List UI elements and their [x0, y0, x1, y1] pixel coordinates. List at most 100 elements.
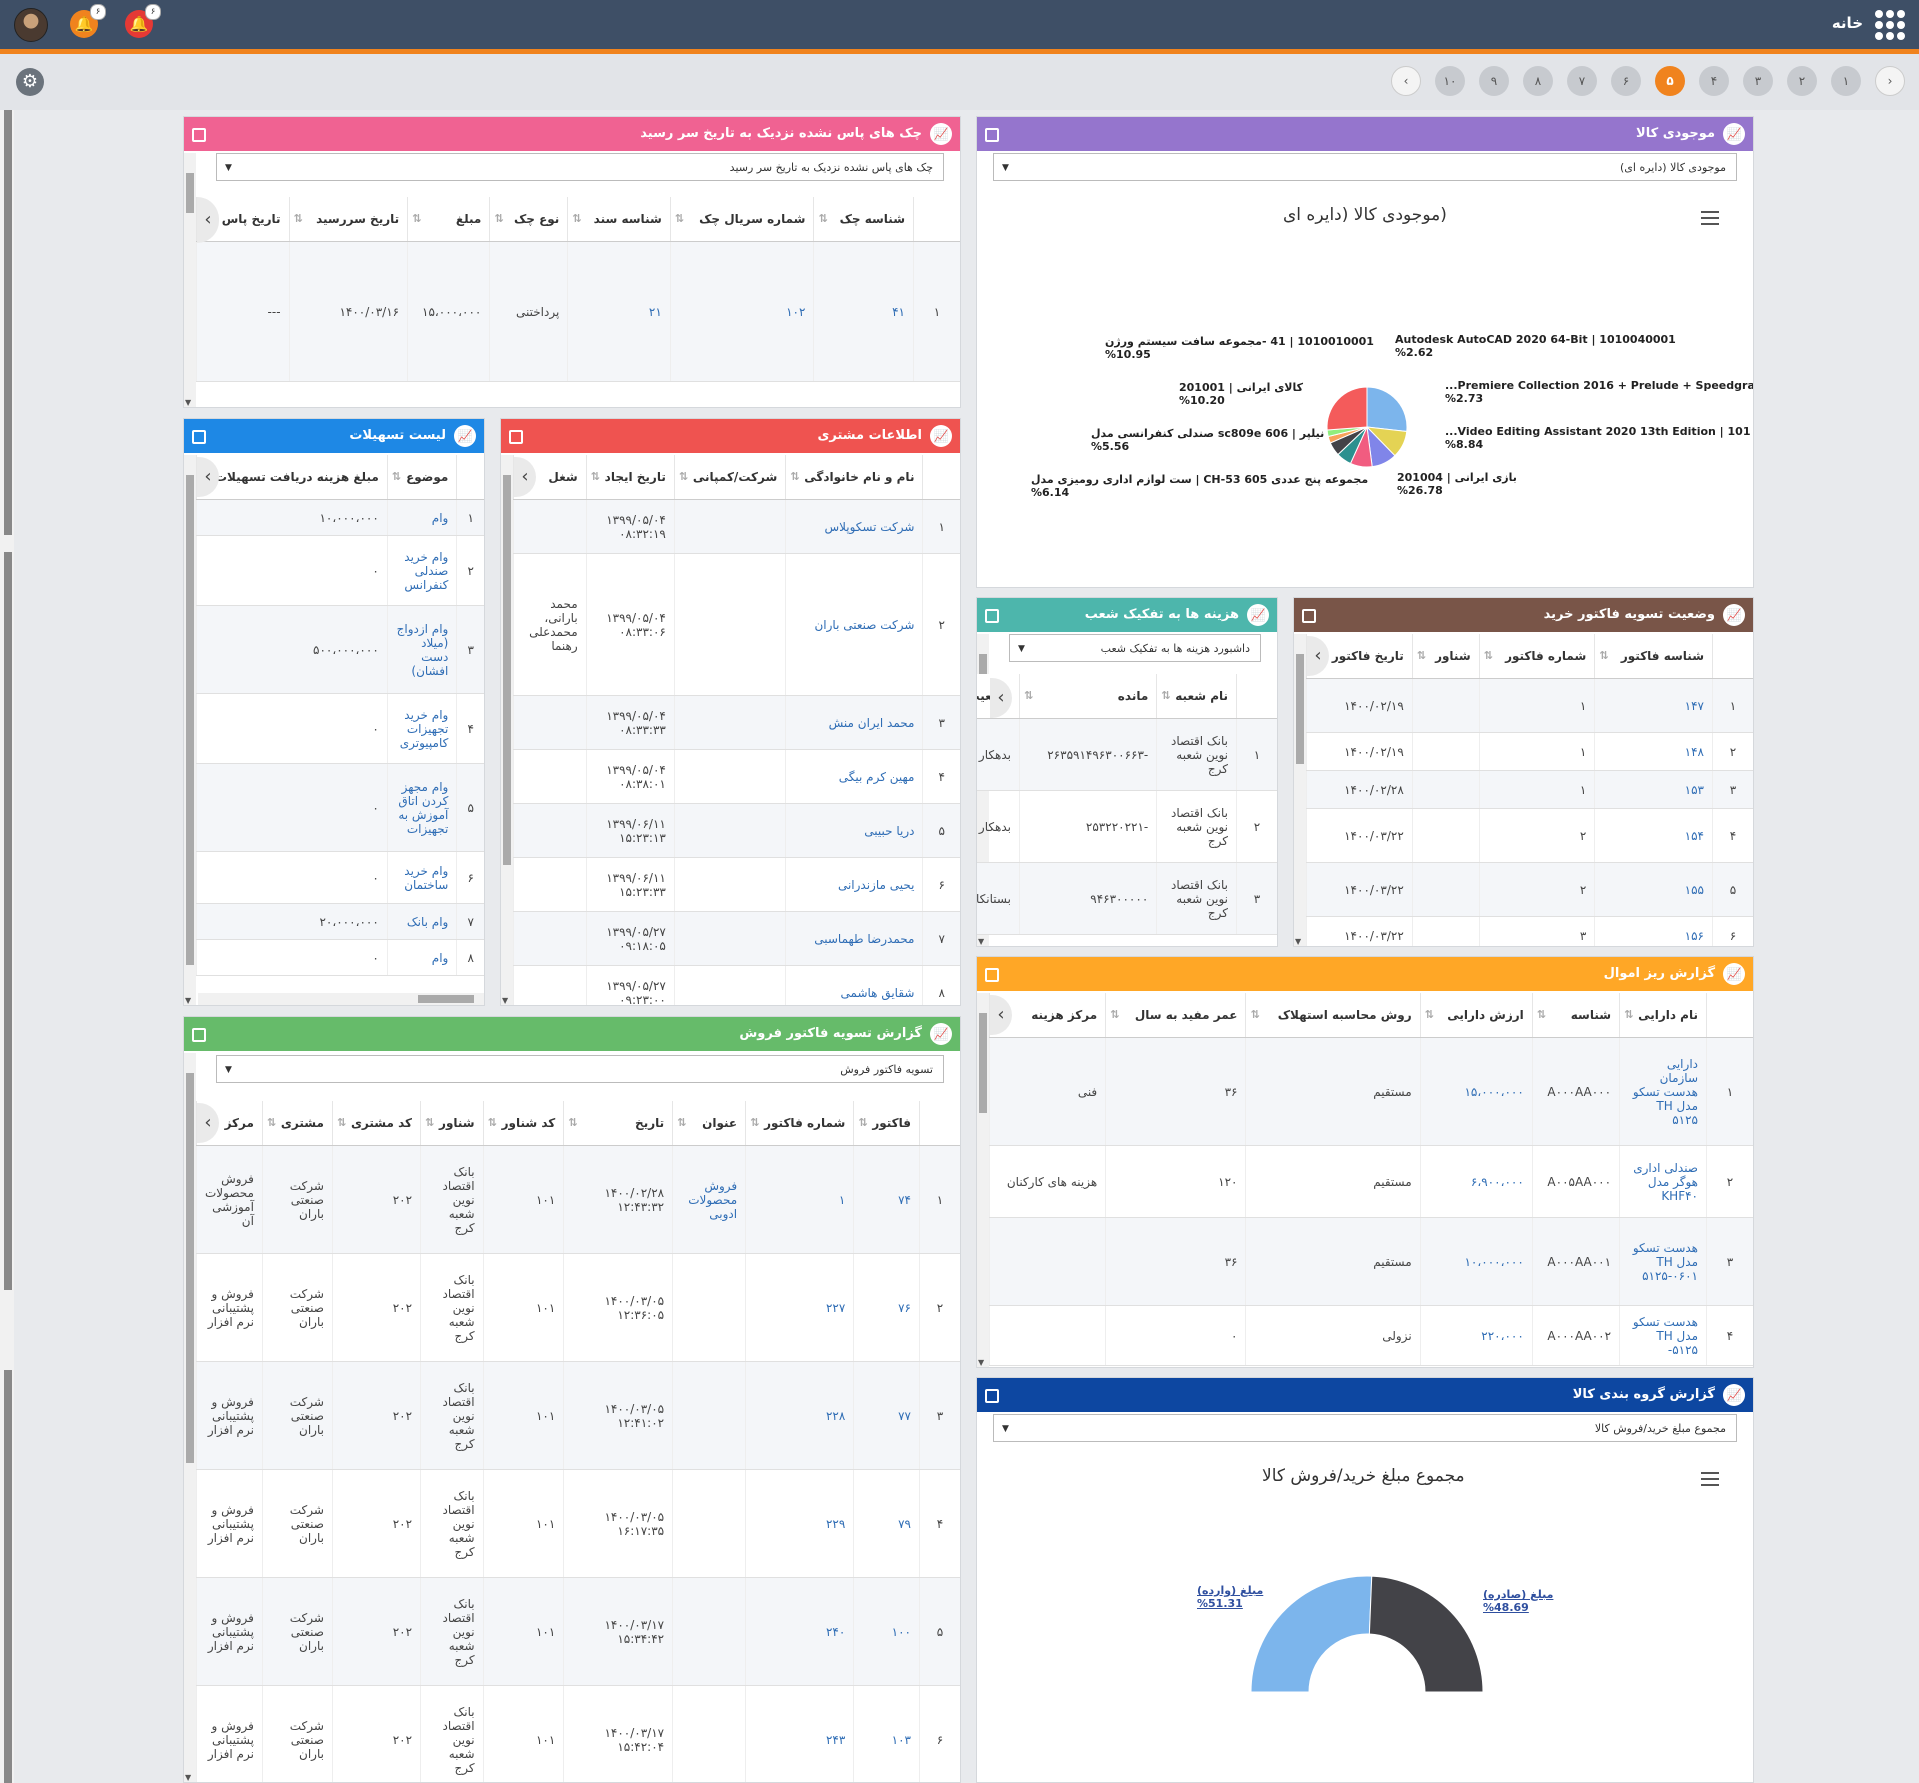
- table-row[interactable]: ۶ ۱۵۶ ۳ ۱۴۰۰/۰۳/۲۲: [1306, 916, 1753, 946]
- table-row[interactable]: ۳ هدست تسکو مدل TH ۵۱۲۵-۰۶۰۱ A۰۰۰AA۰۰۱ ۱۰،۰…: [988, 1217, 1753, 1306]
- table-row[interactable]: ۱ دارایی سازمان هدست تسکو مدل TH ۵۱۲۵ A۰۰۰…: [988, 1037, 1753, 1146]
- page-1[interactable]: ۱: [1831, 66, 1861, 96]
- panel-select-checkbox[interactable]: [192, 1028, 206, 1042]
- page-3[interactable]: ۳: [1743, 66, 1773, 96]
- hamburger-menu-icon[interactable]: [1701, 211, 1719, 225]
- table-row[interactable]: ۲ ۷۶ ۲۲۷ ۱۴۰۰/۰۳/۰۵ ۱۲:۳۶:۰۵ ۱۰۱ بانک اقتصاد …: [196, 1253, 960, 1362]
- table-row[interactable]: ۱ بانک اقتصاد نوین شعبه کرج -۲۶۳۵۹۱۴۹۶۳۰۰۶…: [977, 718, 1277, 791]
- home-link[interactable]: خانه: [1832, 14, 1863, 32]
- table-row[interactable]: ۴ ۱۵۴ ۲ ۱۴۰۰/۰۳/۲۲: [1306, 808, 1753, 863]
- column-header[interactable]: مبلغ هزینه دریافت تسهیلات: [196, 455, 388, 500]
- alert-bell-icon[interactable]: 🔔 ۶: [125, 4, 161, 38]
- panel-select-checkbox[interactable]: [509, 430, 523, 444]
- gear-icon[interactable]: ⚙: [16, 68, 44, 96]
- column-header[interactable]: تاریخ سررسید ⇅: [288, 197, 408, 242]
- panel-select-checkbox[interactable]: [985, 968, 999, 982]
- table-row[interactable]: ۳ ۱۵۳ ۱ ۱۴۰۰/۰۲/۲۸: [1306, 770, 1753, 809]
- hamburger-menu-icon[interactable]: [1701, 1472, 1719, 1486]
- column-header[interactable]: شناسه چک ⇅: [813, 197, 914, 242]
- panel-select-checkbox[interactable]: [985, 609, 999, 623]
- facilities-scrollbar[interactable]: ▼: [184, 455, 196, 1005]
- user-avatar[interactable]: [14, 8, 48, 42]
- column-header[interactable]: تاریخ ایجاد ⇅: [585, 455, 675, 500]
- column-header[interactable]: مشتری ⇅: [261, 1101, 333, 1146]
- page-2[interactable]: ۲: [1787, 66, 1817, 96]
- apps-grid-icon[interactable]: [1875, 10, 1905, 40]
- column-header[interactable]: شناور ⇅: [420, 1101, 484, 1146]
- page-6[interactable]: ۶: [1611, 66, 1641, 96]
- column-header[interactable]: عنوان ⇅: [672, 1101, 746, 1146]
- table-row[interactable]: ۸ شقایق هاشمی ۱۳۹۹/۰۵/۲۷ ۰۹:۲۳:۰۰: [513, 965, 960, 1005]
- panel-select-checkbox[interactable]: [192, 128, 206, 142]
- table-row[interactable]: ۶ وام خرید ساختمان ۰: [196, 851, 484, 904]
- table-row[interactable]: ۸ وام ۰: [196, 939, 484, 976]
- table-row[interactable]: ۶ ۱۰۳ ۲۴۳ ۱۴۰۰/۰۳/۱۷ ۱۵:۴۲:۰۴ ۱۰۱ بانک اقتصاد…: [196, 1685, 960, 1782]
- pie-slice[interactable]: [1326, 386, 1368, 431]
- table-row[interactable]: ۴ هدست تسکو مدل TH ۵۱۲۵- A۰۰۰AA۰۰۲ ۲۲۰،۰۰۰ ن…: [988, 1305, 1753, 1366]
- column-header[interactable]: شماره فاکتور ⇅: [745, 1101, 854, 1146]
- table-row[interactable]: ۵ دریا حبیبی ۱۳۹۹/۰۶/۱۱ ۱۵:۲۳:۱۳: [513, 803, 960, 858]
- column-header[interactable]: روش محاسبه استهلاک ⇅: [1245, 993, 1421, 1038]
- page-5-active[interactable]: ۵: [1655, 66, 1685, 96]
- panel-select-checkbox[interactable]: [192, 430, 206, 444]
- column-header[interactable]: شماره سریال چک ⇅: [669, 197, 814, 242]
- sales-settlement-scrollbar[interactable]: ▼: [184, 1053, 196, 1782]
- panel-select-checkbox[interactable]: [1302, 609, 1316, 623]
- column-header[interactable]: نام دارایی ⇅: [1619, 993, 1707, 1038]
- column-header[interactable]: تاریخ ⇅: [563, 1101, 673, 1146]
- table-row[interactable]: ۱ شرکت تسکوپلاس ۱۳۹۹/۰۵/۰۴ ۰۸:۳۲:۱۹: [513, 499, 960, 554]
- page-10[interactable]: ۱۰: [1435, 66, 1465, 96]
- column-header[interactable]: موضوع ⇅: [386, 455, 457, 500]
- table-row[interactable]: ۲ ۱۴۸ ۱ ۱۴۰۰/۰۲/۱۹: [1306, 732, 1753, 771]
- column-header[interactable]: عمر مفید به سال ⇅: [1105, 993, 1246, 1038]
- column-header[interactable]: مانده ⇅: [1018, 674, 1157, 719]
- column-header[interactable]: کد شناور ⇅: [482, 1101, 564, 1146]
- page-4[interactable]: ۴: [1699, 66, 1729, 96]
- branch-costs-select[interactable]: داشبورد هزینه ها به تفکیک شعب ▼: [1009, 634, 1261, 662]
- panel-select-checkbox[interactable]: [985, 128, 999, 142]
- table-row[interactable]: ۲ بانک اقتصاد نوین شعبه کرج -۲۵۳۲۲۰۲۲۱ بدهک…: [977, 790, 1277, 863]
- table-row[interactable]: ۴ مهین کرم بیگی ۱۳۹۹/۰۵/۰۴ ۰۸:۳۸:۰۱: [513, 749, 960, 804]
- pager-prev-icon[interactable]: ‹: [1391, 66, 1421, 96]
- horizontal-scrollbar[interactable]: [198, 993, 484, 1005]
- donut-slice[interactable]: [1250, 1575, 1373, 1693]
- table-row[interactable]: ۷ محمدرضا طهماسبی ۱۳۹۹/۰۵/۲۷ ۰۹:۱۸:۰۵: [513, 911, 960, 966]
- sales-settlement-select[interactable]: تسویه فاکتور فروش ▼: [216, 1055, 944, 1083]
- group-report-select[interactable]: مجموع مبلغ خرید/فروش کالا ▼: [993, 1414, 1737, 1442]
- column-header[interactable]: کد مشتری ⇅: [331, 1101, 421, 1146]
- column-header[interactable]: ارزش دارایی ⇅: [1419, 993, 1533, 1038]
- table-row[interactable]: ۳ بانک اقتصاد نوین شعبه کرج ۹۴۶۳۰۰۰۰۰ بستان…: [977, 862, 1277, 935]
- page-9[interactable]: ۹: [1479, 66, 1509, 96]
- table-row[interactable]: ۱ ۷۴ ۱ فروش محصولات ادوبی ۱۴۰۰/۰۲/۲۸ ۱۲:۴۳:۳…: [196, 1145, 960, 1254]
- table-row[interactable]: ۵ ۱۵۵ ۲ ۱۴۰۰/۰۳/۲۲: [1306, 862, 1753, 917]
- column-header[interactable]: شماره فاکتور ⇅: [1478, 634, 1595, 679]
- column-header[interactable]: نام و نام خانوادگی ⇅: [785, 455, 923, 500]
- column-header[interactable]: نام شعبه ⇅: [1156, 674, 1237, 719]
- customers-scrollbar[interactable]: ▼: [501, 455, 513, 1005]
- column-header[interactable]: شرکت/کمپانی ⇅: [673, 455, 786, 500]
- table-row[interactable]: ۵ وام مجهز کردن اتاق آموزش به تجهیزات ۰: [196, 763, 484, 852]
- column-header[interactable]: شناسه فاکتور ⇅: [1594, 634, 1713, 679]
- table-row[interactable]: ۱ وام ۱۰،۰۰۰،۰۰۰: [196, 499, 484, 536]
- table-row[interactable]: ۵ ۱۰۰ ۲۴۰ ۱۴۰۰/۰۳/۱۷ ۱۵:۳۴:۴۲ ۱۰۱ بانک اقتصاد…: [196, 1577, 960, 1686]
- table-row[interactable]: ۲ صندلی اداری هوگر مدل KHF۴۰ A۰۰۵AA۰۰۰ ۶،۹۰…: [988, 1145, 1753, 1218]
- page-7[interactable]: ۷: [1567, 66, 1597, 96]
- stock-chart-select[interactable]: موجودی کالا (دایره ای) ▼: [993, 153, 1737, 181]
- column-header[interactable]: شناسه ⇅: [1531, 993, 1620, 1038]
- table-row[interactable]: ۳ محمد ایران منش ۱۳۹۹/۰۵/۰۴ ۰۸:۳۳:۳۳: [513, 695, 960, 750]
- table-row[interactable]: ۴ ۷۹ ۲۲۹ ۱۴۰۰/۰۳/۰۵ ۱۶:۱۷:۳۵ ۱۰۱ بانک اقتصاد …: [196, 1469, 960, 1578]
- table-row[interactable]: ۷ وام بانک ۲۰،۰۰۰،۰۰۰: [196, 903, 484, 940]
- column-header[interactable]: شناور ⇅: [1411, 634, 1480, 679]
- checks-scrollbar[interactable]: ▼: [184, 153, 196, 407]
- notification-bell-icon[interactable]: 🔔 ۶: [70, 4, 106, 38]
- checks-report-select[interactable]: چک های پاس نشده نزدیک به تاریخ سر رسید ▼: [216, 153, 944, 181]
- pager-next-icon[interactable]: ›: [1875, 66, 1905, 96]
- table-row[interactable]: ۶ یحیی مازندرانی ۱۳۹۹/۰۶/۱۱ ۱۵:۲۳:۳۳: [513, 857, 960, 912]
- page-8[interactable]: ۸: [1523, 66, 1553, 96]
- column-header[interactable]: مبلغ ⇅: [407, 197, 490, 242]
- column-header[interactable]: شناسه سند ⇅: [567, 197, 671, 242]
- table-row[interactable]: ۱ ۴۱ ۱۰۲ ۲۱ پرداختنی ۱۵،۰۰۰،۰۰۰ ۱۴۰۰/۰۳/…: [196, 241, 960, 382]
- table-row[interactable]: ۳ وام ازدواج (میلاد دست افشان) ۵۰۰،۰۰۰،۰۰۰: [196, 605, 484, 694]
- table-row[interactable]: ۱ ۱۴۷ ۱ ۱۴۰۰/۰۲/۱۹: [1306, 678, 1753, 733]
- table-row[interactable]: ۴ وام خرید تجهیزات کامپیوتری ۰: [196, 693, 484, 764]
